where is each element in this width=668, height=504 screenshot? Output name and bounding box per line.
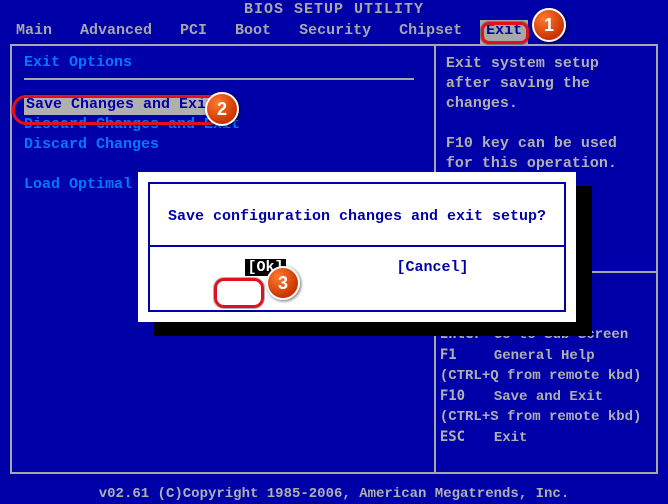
dialog-buttons: [Ok] [Cancel] xyxy=(150,247,564,276)
key-row: F1General Help xyxy=(440,345,650,366)
menu-main[interactable]: Main xyxy=(6,20,70,44)
key: ESC xyxy=(440,427,494,447)
menu-security[interactable]: Security xyxy=(289,20,389,44)
menu-boot[interactable]: Boot xyxy=(225,20,289,44)
callout-2: 2 xyxy=(205,92,239,126)
help-line: after saving the xyxy=(446,74,644,94)
key-row: F10Save and Exit xyxy=(440,386,650,407)
key: F10 xyxy=(440,386,494,406)
title-bar: BIOS SETUP UTILITY xyxy=(0,0,668,20)
context-help: Exit system setupafter saving thechanges… xyxy=(434,46,656,182)
key-row: (CTRL+Q from remote kbd) xyxy=(440,366,650,386)
bios-screen: BIOS SETUP UTILITY MainAdvancedPCIBootSe… xyxy=(0,0,668,504)
menu-advanced[interactable]: Advanced xyxy=(70,20,170,44)
callout-3: 3 xyxy=(266,266,300,300)
help-line: for this operation. xyxy=(446,154,644,174)
menu-chipset[interactable]: Chipset xyxy=(389,20,480,44)
callout-1: 1 xyxy=(532,8,566,42)
exit-option-0[interactable]: Save Changes and Exit xyxy=(24,95,217,115)
key-row: (CTRL+S from remote kbd) xyxy=(440,407,650,427)
exit-options-heading: Exit Options xyxy=(24,54,422,71)
key-label: Exit xyxy=(494,430,528,446)
key-label: General Help xyxy=(494,348,595,364)
help-line: changes. xyxy=(446,94,644,114)
help-line: Exit system setup xyxy=(446,54,644,74)
key: F1 xyxy=(440,345,494,365)
dialog-frame: Save configuration changes and exit setu… xyxy=(148,182,566,312)
footer: v02.61 (C)Copyright 1985-2006, American … xyxy=(0,486,668,502)
dialog-message: Save configuration changes and exit setu… xyxy=(150,184,564,245)
menu-bar: MainAdvancedPCIBootSecurityChipsetExit xyxy=(0,20,668,44)
save-exit-dialog: Save configuration changes and exit setu… xyxy=(138,172,576,322)
help-line: F10 key can be used xyxy=(446,134,644,154)
help-line xyxy=(446,114,644,134)
menu-exit[interactable]: Exit xyxy=(480,20,528,44)
cancel-button[interactable]: [Cancel] xyxy=(396,259,468,276)
key-label: Save and Exit xyxy=(494,389,603,405)
key-row: ESCExit xyxy=(440,427,650,448)
exit-option-2[interactable]: Discard Changes xyxy=(24,135,422,155)
menu-pci[interactable]: PCI xyxy=(170,20,225,44)
